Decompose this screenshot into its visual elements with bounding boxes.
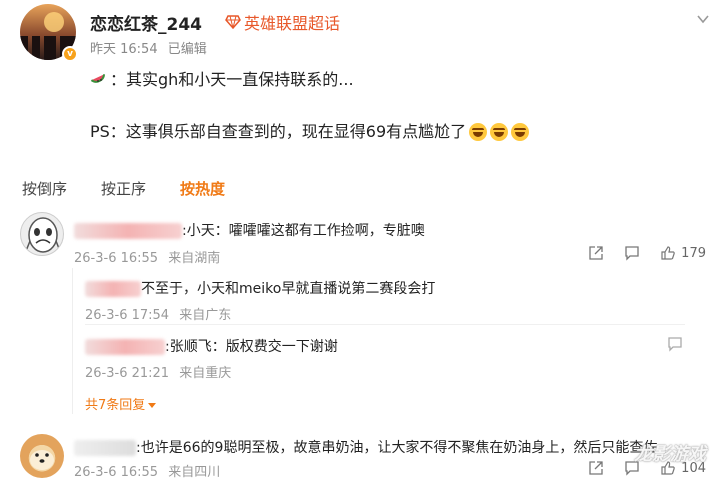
post-text-1: ：其实gh和小天一直保持联系的... (110, 70, 354, 89)
comment-actions: 179 (588, 245, 706, 261)
comment-text: :也许是66的9聪明至极，故意串奶油，让大家不得不聚焦在奶油身上，然后只能查佐 (136, 440, 658, 456)
tab-sort-hot[interactable]: 按热度 (180, 178, 225, 199)
like-icon (661, 246, 675, 260)
edited-label[interactable]: 已编辑 (168, 42, 207, 57)
reply-location: 来自重庆 (179, 366, 232, 381)
reply-text-row: :张顺飞：版权费交一下谢谢 (85, 336, 338, 356)
reply-text: 不至于，小天和meiko早就直播说第二赛段会打 (141, 281, 436, 297)
comment-icon[interactable] (667, 336, 683, 352)
comment-item: :小天：嚯嚯嚯这都有工作捡啊，专脏噢 26-3-6 16:55 来自湖南 179 (20, 212, 710, 268)
author-name[interactable]: 恋恋红茶_244 (90, 10, 202, 35)
post-header: v 恋恋红茶_244 英雄联盟超话 昨天 16:54 已编辑 (20, 4, 710, 62)
laugh-emoji-icon (490, 123, 509, 141)
avatar-sun (44, 12, 64, 32)
comment-text-row: :小天：嚯嚯嚯这都有工作捡啊，专脏噢 (74, 220, 425, 240)
comment-time: 26-3-6 16:55 (74, 251, 159, 266)
commenter-avatar[interactable] (20, 434, 64, 478)
superchat-link[interactable]: 英雄联盟超话 (225, 10, 340, 34)
comment-sort-tabs: 按倒序 按正序 按热度 (22, 178, 225, 199)
total-replies-label: 共7条回复 (85, 398, 146, 413)
comment-meta: 26-3-6 16:55 来自四川 (74, 461, 220, 480)
reply-text: :张顺飞：版权费交一下谢谢 (165, 339, 338, 355)
tab-sort-forward[interactable]: 按正序 (101, 178, 146, 199)
post-meta: 昨天 16:54 已编辑 (90, 38, 207, 57)
diamond-icon (225, 15, 241, 29)
reply-item: :张顺飞：版权费交一下谢谢 26-3-6 21:21 来自重庆 (85, 334, 685, 382)
reply-meta: 26-3-6 21:21 来自重庆 (85, 362, 231, 381)
replier-name-blurred[interactable] (85, 339, 165, 355)
reply-time: 26-3-6 21:21 (85, 366, 170, 381)
comment-text: :小天：嚯嚯嚯这都有工作捡啊，专脏噢 (182, 223, 425, 239)
dog-face-icon (30, 450, 54, 470)
reply-location: 来自广东 (179, 308, 232, 323)
replier-name-blurred[interactable] (85, 281, 141, 297)
view-all-replies-link[interactable]: 共7条回复 (85, 394, 157, 413)
like-count: 179 (681, 245, 706, 261)
melon-icon (90, 74, 106, 83)
reply-meta: 26-3-6 17:54 来自广东 (85, 304, 231, 323)
like-button[interactable]: 179 (660, 245, 706, 261)
commenter-avatar[interactable] (20, 212, 64, 256)
post-time: 昨天 16:54 (90, 42, 158, 57)
reply-time: 26-3-6 17:54 (85, 308, 170, 323)
chevron-down-icon[interactable] (696, 12, 710, 26)
post-body: ：其实gh和小天一直保持联系的... PS：这事俱乐部自查查到的，现在显得69有… (90, 68, 690, 144)
watermark: 龙影游戏 (634, 444, 706, 465)
post-line-2: PS：这事俱乐部自查查到的，现在显得69有点尴尬了 (90, 120, 690, 144)
share-icon[interactable] (588, 460, 604, 476)
comment-meta: 26-3-6 16:55 来自湖南 (74, 247, 220, 266)
reply-thread: 不至于，小天和meiko早就直播说第二赛段会打 26-3-6 17:54 来自广… (72, 268, 692, 414)
superchat-label: 英雄联盟超话 (244, 14, 341, 33)
comment-item: :也许是66的9聪明至极，故意串奶油，让大家不得不聚焦在奶油身上，然后只能查佐 … (20, 434, 710, 480)
reply-text-row: 不至于，小天和meiko早就直播说第二赛段会打 (85, 278, 435, 298)
reply-item: 不至于，小天和meiko早就直播说第二赛段会打 26-3-6 17:54 来自广… (85, 276, 685, 324)
comment-location: 来自湖南 (168, 251, 221, 266)
divider (85, 324, 685, 325)
post-text-2: PS：这事俱乐部自查查到的，现在显得69有点尴尬了 (90, 122, 467, 141)
commenter-name-blurred[interactable] (74, 223, 182, 239)
comment-icon[interactable] (624, 245, 640, 261)
comment-time: 26-3-6 16:55 (74, 465, 159, 480)
post-line-1: ：其实gh和小天一直保持联系的... (90, 68, 690, 92)
comment-location: 来自四川 (168, 465, 221, 480)
commenter-name-blurred[interactable] (74, 440, 136, 456)
laugh-emoji-icon (469, 123, 488, 141)
share-icon[interactable] (588, 245, 604, 261)
meme-face-icon (25, 217, 61, 253)
comment-text-row: :也许是66的9聪明至极，故意串奶油，让大家不得不聚焦在奶油身上，然后只能查佐 (74, 437, 657, 457)
caret-down-icon (148, 403, 157, 408)
tab-sort-reverse[interactable]: 按倒序 (22, 178, 67, 199)
laugh-emoji-icon (511, 123, 530, 141)
verified-badge-icon: v (62, 46, 78, 62)
